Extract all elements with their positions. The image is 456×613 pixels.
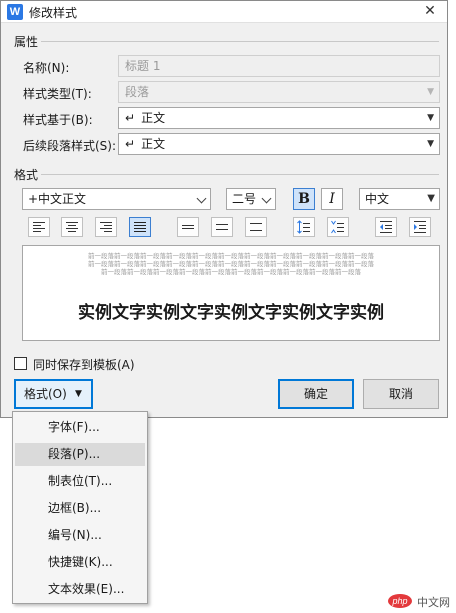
justify-icon xyxy=(134,222,146,232)
dialog-title: 修改样式 xyxy=(29,6,78,20)
increase-indent-icon xyxy=(414,221,426,233)
menu-item-text-effects[interactable]: 文本效果(E)... xyxy=(15,578,145,601)
style-name-label: 名称(N): xyxy=(23,61,70,75)
style-type-label: 样式类型(T): xyxy=(23,87,92,101)
align-right-icon xyxy=(100,222,112,232)
language-select[interactable]: 中文 ▼ xyxy=(359,188,440,210)
chevron-down-icon xyxy=(196,193,207,204)
font-value: +中文正文 xyxy=(28,192,87,206)
dropdown-arrow-icon: ▼ xyxy=(75,389,82,399)
next-style-label: 后续段落样式(S): xyxy=(23,139,117,153)
format-button-label: 格式(O) xyxy=(24,387,67,401)
double-spacing-button[interactable] xyxy=(245,217,267,237)
ok-button[interactable]: 确定 xyxy=(278,379,354,409)
next-style-value: 正文 xyxy=(141,137,166,151)
language-value: 中文 xyxy=(365,192,390,206)
increase-indent-button[interactable] xyxy=(409,217,431,237)
chevron-down-icon: ▼ xyxy=(427,139,434,149)
format-dropdown-menu: 字体(F)... 段落(P)... 制表位(T)... 边框(B)... 编号(… xyxy=(12,411,148,604)
next-style-select[interactable]: ↵ 正文 ▼ xyxy=(118,133,440,155)
properties-group-label: 属性 xyxy=(14,35,39,49)
cancel-button[interactable]: 取消 xyxy=(363,379,439,409)
menu-item-font[interactable]: 字体(F)... xyxy=(15,416,145,439)
format-menu-button[interactable]: 格式(O) ▼ xyxy=(14,379,93,409)
space-before-decrease-button[interactable] xyxy=(327,217,349,237)
decrease-indent-button[interactable] xyxy=(375,217,397,237)
based-on-label: 样式基于(B): xyxy=(23,113,93,127)
save-to-template-checkbox[interactable] xyxy=(14,357,27,370)
menu-item-shortcut-key[interactable]: 快捷键(K)... xyxy=(15,551,145,574)
title-bar: W 修改样式 ✕ xyxy=(1,1,447,23)
chevron-down-icon: ▼ xyxy=(427,113,434,123)
close-icon[interactable]: ✕ xyxy=(413,1,447,22)
font-select[interactable]: +中文正文 xyxy=(22,188,211,210)
preview-previous-paragraph-line: 前一段落前一段落前一段落前一段落前一段落前一段落前一段落前一段落前一段落前一段落 xyxy=(101,268,361,276)
php-logo: php xyxy=(388,594,412,608)
paragraph-mark-icon: ↵ xyxy=(125,137,136,151)
based-on-value: 正文 xyxy=(141,111,166,125)
align-left-button[interactable] xyxy=(28,217,50,237)
style-type-value: 段落 xyxy=(125,85,150,99)
font-size-select[interactable]: 二号 xyxy=(226,188,276,210)
paragraph-spacing-icon xyxy=(297,220,310,234)
chevron-down-icon xyxy=(261,193,272,204)
style-type-select[interactable]: 段落 ▼ xyxy=(118,81,440,103)
preview-sample-text: 实例文字实例文字实例文字实例文字实例 xyxy=(78,303,384,323)
menu-item-paragraph[interactable]: 段落(P)... xyxy=(15,443,145,466)
style-name-value: 标题 1 xyxy=(125,59,161,73)
align-center-icon xyxy=(66,222,78,232)
align-right-button[interactable] xyxy=(95,217,117,237)
one-half-spacing-icon xyxy=(216,224,228,230)
paragraph-spacing-decrease-icon xyxy=(331,220,344,234)
chevron-down-icon: ▼ xyxy=(427,193,435,204)
modify-style-dialog: W 修改样式 ✕ 属性 名称(N): 标题 1 样式类型(T): 段落 ▼ 样式… xyxy=(0,0,448,418)
paragraph-mark-icon: ↵ xyxy=(125,111,136,125)
wps-writer-icon: W xyxy=(7,4,23,20)
one-half-spacing-button[interactable] xyxy=(211,217,233,237)
based-on-select[interactable]: ↵ 正文 ▼ xyxy=(118,107,440,129)
single-spacing-icon xyxy=(182,225,194,229)
properties-divider xyxy=(41,41,439,42)
preview-previous-paragraph-line: 前一段落前一段落前一段落前一段落前一段落前一段落前一段落前一段落前一段落前一段落… xyxy=(88,260,374,268)
format-group-label: 格式 xyxy=(14,168,39,182)
format-divider xyxy=(41,174,439,175)
italic-button[interactable]: I xyxy=(321,188,343,210)
justify-button[interactable] xyxy=(129,217,151,237)
preview-previous-paragraph-line: 前一段落前一段落前一段落前一段落前一段落前一段落前一段落前一段落前一段落前一段落… xyxy=(88,252,374,260)
single-spacing-button[interactable] xyxy=(177,217,199,237)
menu-item-numbering[interactable]: 编号(N)... xyxy=(15,524,145,547)
font-size-value: 二号 xyxy=(232,192,257,206)
double-spacing-icon xyxy=(250,223,262,231)
style-name-field[interactable]: 标题 1 xyxy=(118,55,440,77)
menu-item-borders[interactable]: 边框(B)... xyxy=(15,497,145,520)
menu-item-tabs[interactable]: 制表位(T)... xyxy=(15,470,145,493)
bold-button[interactable]: B xyxy=(293,188,315,210)
align-left-icon xyxy=(33,222,45,232)
save-to-template-label[interactable]: 同时保存到模板(A) xyxy=(33,356,135,373)
site-watermark: php 中文网 xyxy=(350,594,450,610)
decrease-indent-icon xyxy=(380,221,392,233)
style-preview: 前一段落前一段落前一段落前一段落前一段落前一段落前一段落前一段落前一段落前一段落… xyxy=(22,245,440,341)
align-center-button[interactable] xyxy=(61,217,83,237)
space-before-increase-button[interactable] xyxy=(293,217,315,237)
chevron-down-icon: ▼ xyxy=(427,87,434,97)
watermark-text: 中文网 xyxy=(417,596,450,609)
